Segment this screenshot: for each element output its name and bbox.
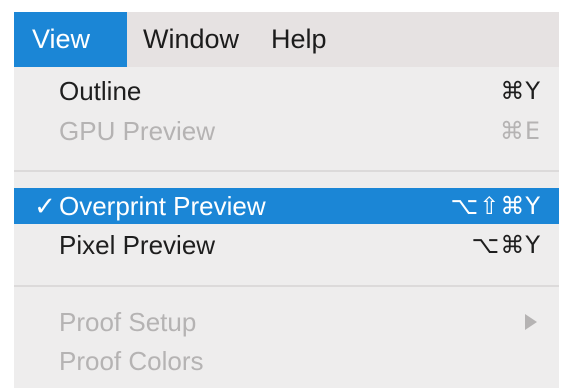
menu-item-overprint-preview[interactable]: ✓ Overprint Preview ⌥⇧⌘Y [14, 188, 559, 224]
menu-item-shortcut: ⌘E [499, 117, 541, 145]
menubar-help[interactable]: Help [255, 12, 343, 67]
menu-item-label: GPU Preview [59, 115, 216, 146]
menu-item-outline[interactable]: Outline ⌘Y [14, 73, 559, 109]
menu-item-shortcut: ⌥⌘Y [471, 231, 541, 259]
menubar-view[interactable]: View [14, 12, 127, 67]
menu-item-shortcut: ⌘Y [500, 77, 541, 105]
menu-separator [14, 285, 559, 287]
menu-item-label: Proof Setup [59, 306, 197, 337]
screen: View Window Help Outline ⌘Y GPU Preview … [0, 0, 572, 388]
menu-separator [14, 170, 559, 172]
menu-item-label: Outline [59, 75, 142, 106]
menubar-window[interactable]: Window [127, 12, 255, 67]
menu-item-label: Proof Colors [59, 345, 204, 376]
menu-item-shortcut: ⌥⇧⌘Y [450, 192, 541, 220]
menu-item-gpu-preview: GPU Preview ⌘E [14, 113, 559, 149]
menu-item-pixel-preview[interactable]: Pixel Preview ⌥⌘Y [14, 227, 559, 263]
menu-bar: View Window Help [14, 12, 559, 67]
menu-item-proof-setup: Proof Setup [14, 304, 559, 340]
menu-item-label: Overprint Preview [59, 190, 266, 221]
chevron-right-icon [525, 314, 537, 330]
menu-item-proof-colors: Proof Colors [14, 343, 559, 379]
checkmark-icon: ✓ [34, 190, 56, 221]
view-menu-dropdown: Outline ⌘Y GPU Preview ⌘E ✓ Overprint Pr… [14, 67, 559, 388]
menu-item-label: Pixel Preview [59, 229, 216, 260]
